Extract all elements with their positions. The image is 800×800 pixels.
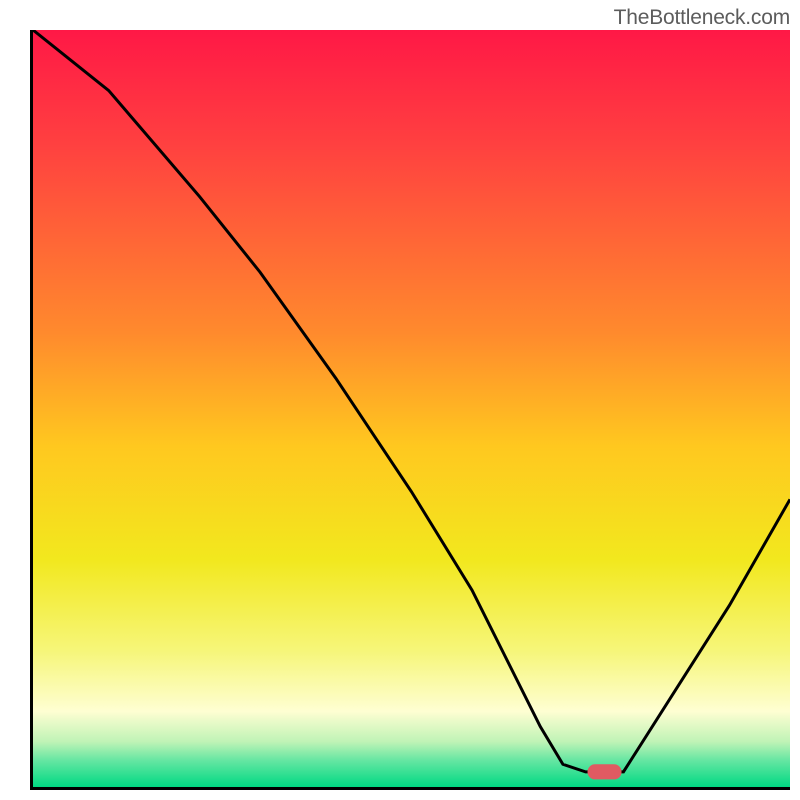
watermark-text: TheBottleneck.com	[614, 6, 790, 30]
gradient-background	[33, 30, 790, 787]
bottleneck-point-marker	[588, 764, 622, 779]
chart-frame	[30, 30, 790, 790]
bottleneck-chart	[33, 30, 790, 787]
